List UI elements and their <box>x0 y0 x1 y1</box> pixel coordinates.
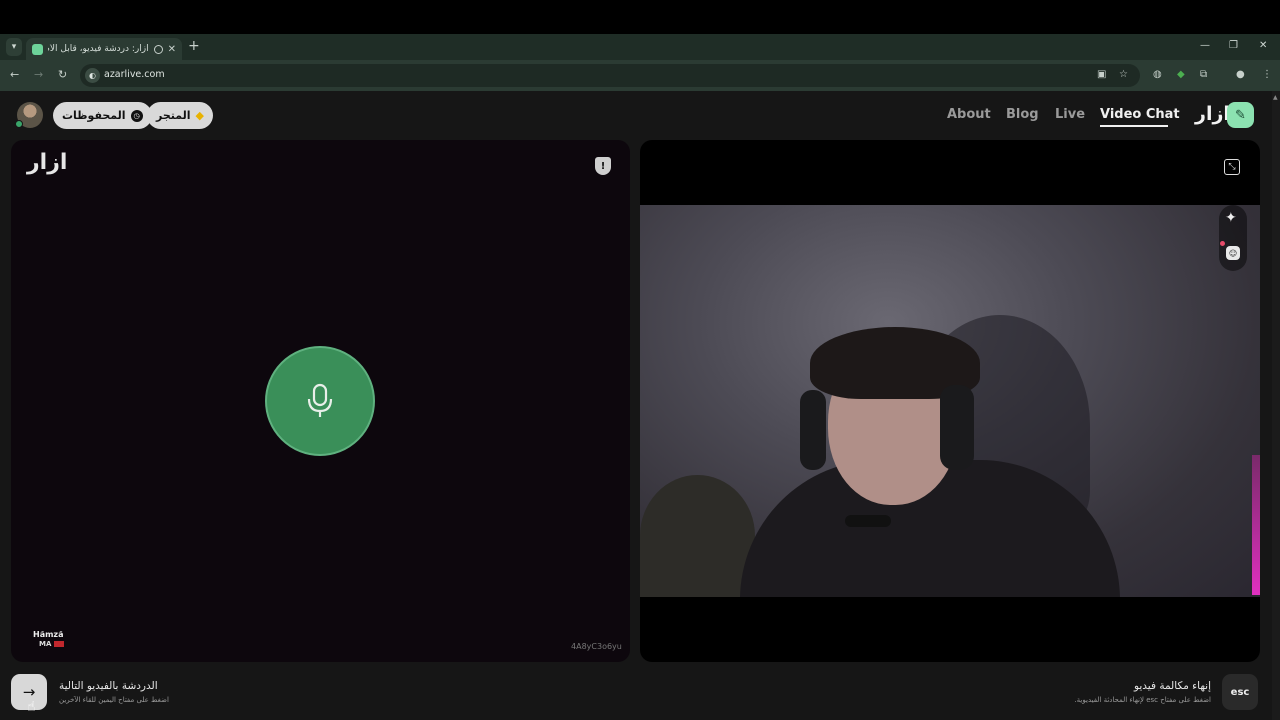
tab-recording-icon <box>153 44 163 54</box>
headset-mic <box>845 515 891 527</box>
sparkle-icon[interactable]: ✦ <box>1225 210 1237 226</box>
nav-live[interactable]: Live <box>1055 107 1085 122</box>
shop-button[interactable]: المتجر ◆ <box>147 102 214 129</box>
headset-right <box>940 385 974 470</box>
next-chat-hint: اضغط على مفتاح اليمين للقاء الآخرين <box>59 696 169 704</box>
panel-watermark: ازار <box>27 150 68 175</box>
nav-video-chat[interactable]: Video Chat <box>1100 107 1180 122</box>
page-scrollbar[interactable]: ▲ <box>1272 91 1280 720</box>
browser-tab[interactable]: أزار: دردشة فيديو، قابل الأصد ✕ <box>26 38 182 60</box>
headset-left <box>800 390 826 470</box>
led-light <box>1252 455 1260 595</box>
brand-name[interactable]: ازار <box>1195 103 1230 125</box>
background-pillow <box>640 475 755 597</box>
browser-menu-icon[interactable]: ⋮ <box>1262 69 1272 80</box>
nav-about[interactable]: About <box>947 107 991 122</box>
saved-label: المحفوظات <box>62 109 126 122</box>
screen-top-bar <box>0 0 1280 34</box>
cast-icon[interactable]: ▣ <box>1097 69 1106 80</box>
reload-icon[interactable]: ↻ <box>58 68 67 81</box>
end-call-title: إنهاء مكالمة فيديو <box>1133 680 1211 692</box>
shop-label: المتجر <box>156 109 191 122</box>
peer-country: MA <box>39 640 65 648</box>
nav-blog[interactable]: Blog <box>1006 107 1039 122</box>
call-id: 4A8yC3o6yu <box>571 642 622 651</box>
clock-icon: ◷ <box>130 109 143 122</box>
morocco-flag-icon <box>54 641 65 647</box>
bookmark-star-icon[interactable]: ☆ <box>1119 69 1128 80</box>
active-nav-underline <box>1100 125 1168 127</box>
exit-fullscreen-icon[interactable]: ⤡ <box>1224 159 1240 175</box>
peer-name: Hămză <box>33 630 64 639</box>
tab-title: أزار: دردشة فيديو، قابل الأصد <box>48 44 149 54</box>
back-icon[interactable]: ← <box>10 68 19 81</box>
microphone-icon <box>307 383 333 417</box>
gem-icon: ◆ <box>195 109 205 122</box>
peer-country-code: MA <box>39 640 52 648</box>
close-window-button[interactable]: ✕ <box>1259 40 1267 51</box>
brand-logo-icon[interactable]: ✎ <box>1227 102 1254 128</box>
profile-icon[interactable]: ● <box>1236 69 1245 80</box>
extension-green-icon[interactable]: ◆ <box>1177 69 1185 80</box>
site-info-icon[interactable]: ◐ <box>85 68 100 83</box>
forward-icon[interactable]: → <box>34 68 43 81</box>
online-badge <box>15 120 23 128</box>
tab-favicon-icon <box>32 43 43 55</box>
address-bar[interactable]: ◐ azarlive.com ▣ ☆ <box>80 64 1140 87</box>
browser-tab-strip: ▾ أزار: دردشة فيديو، قابل الأصد ✕ + — ❐ … <box>0 34 1280 60</box>
report-shield-icon[interactable]: ! <box>595 157 611 175</box>
end-call-button[interactable]: esc <box>1222 674 1258 710</box>
extension-shield-icon[interactable]: ◍ <box>1153 69 1162 80</box>
scroll-up-icon[interactable]: ▲ <box>1273 94 1279 101</box>
tab-search-button[interactable]: ▾ <box>6 38 22 56</box>
new-tab-button[interactable]: + <box>188 38 200 54</box>
saved-button[interactable]: المحفوظات ◷ <box>53 102 152 129</box>
notification-dot <box>1220 241 1225 246</box>
next-chat-title: الدردشة بالفيديو التالية <box>59 680 158 692</box>
microphone-indicator <box>265 346 375 456</box>
restore-button[interactable]: ❐ <box>1229 40 1238 51</box>
url-text: azarlive.com <box>104 69 165 80</box>
minimize-button[interactable]: — <box>1200 40 1210 51</box>
extensions-puzzle-icon[interactable]: ⧉ <box>1200 69 1207 80</box>
self-camera-feed <box>640 205 1260 597</box>
tab-close-icon[interactable]: ✕ <box>168 44 176 55</box>
face-filter-icon[interactable]: ☺ <box>1226 246 1240 260</box>
end-call-hint: اضغط على مفتاح esc لإنهاء المحادثة الفيد… <box>1074 696 1211 704</box>
browser-toolbar: ← → ↻ ◐ azarlive.com ▣ ☆ ◍ ◆ ⧉ ● ⋮ <box>0 60 1280 91</box>
mouse-cursor-icon: ☝ <box>27 699 36 715</box>
